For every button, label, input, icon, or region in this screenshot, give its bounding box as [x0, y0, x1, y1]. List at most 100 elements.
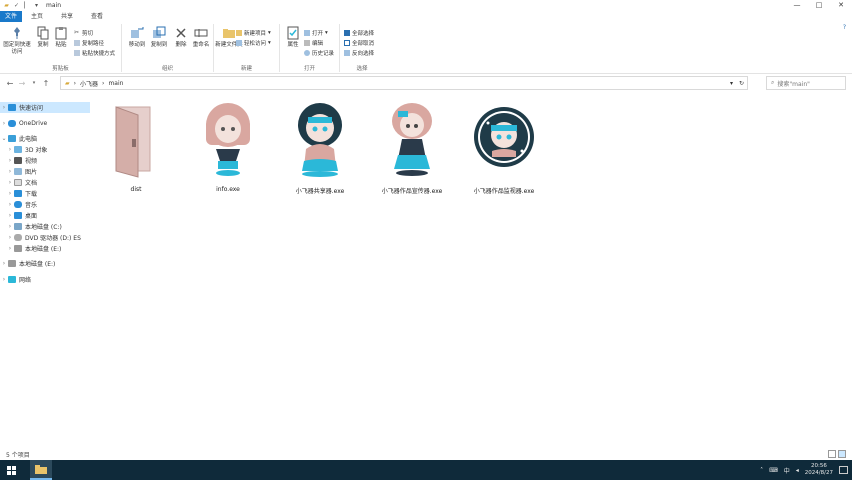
file-item-dist[interactable]: dist: [92, 97, 180, 197]
file-item-promoter-exe[interactable]: 小飞器作品宣传器.exe: [368, 97, 456, 197]
chevron-down-icon[interactable]: ▾: [33, 2, 40, 9]
pin-icon[interactable]: ▏: [23, 2, 30, 9]
nav-music[interactable]: › 音乐: [0, 199, 90, 210]
file-item-sharer-exe[interactable]: 小飞器共享器.exe: [276, 97, 364, 197]
notification-icon[interactable]: [839, 466, 848, 474]
maximize-button[interactable]: □: [808, 0, 830, 11]
ime-indicator[interactable]: 中: [784, 466, 790, 475]
ribbon-tabs: 文件 主页 共享 查看: [0, 11, 112, 22]
file-name: 小飞器共享器.exe: [295, 188, 345, 195]
tab-view[interactable]: 查看: [82, 11, 112, 22]
chevron-up-icon[interactable]: ˄: [760, 467, 763, 474]
details-view-button[interactable]: [828, 450, 836, 458]
address-bar-row: ← → ▾ ↑ ▰ › 小飞器 › main ▾ ↻ ⌕ 搜索"main": [0, 74, 852, 92]
search-icon: ⌕: [771, 79, 775, 86]
easy-access-button[interactable]: 轻松访问 ▾: [236, 38, 271, 47]
keyboard-icon[interactable]: ⌨: [769, 467, 778, 474]
volume-icon[interactable]: ◂: [796, 467, 799, 474]
nav-pictures[interactable]: › 图片: [0, 166, 90, 177]
select-none-button[interactable]: 全部取消: [344, 38, 374, 47]
cloud-icon: [8, 120, 16, 127]
history-button[interactable]: 历史记录: [304, 48, 334, 57]
file-item-info-exe[interactable]: info.exe: [184, 97, 272, 197]
new-item-button[interactable]: 新建项目 ▾: [236, 28, 271, 37]
chevron-right-icon[interactable]: ›: [0, 120, 8, 127]
rename-button[interactable]: 重命名: [186, 26, 216, 49]
taskbar-file-explorer[interactable]: [30, 460, 52, 480]
properties-icon: [287, 26, 299, 40]
nav-documents[interactable]: › 文档: [0, 177, 90, 188]
copy-path-button[interactable]: 复制路径: [74, 38, 104, 47]
close-button[interactable]: ✕: [830, 0, 852, 11]
file-item-monitor-exe[interactable]: 小飞器作品监视器.exe: [460, 97, 548, 197]
forward-button[interactable]: →: [16, 79, 28, 88]
edit-button[interactable]: 编辑: [304, 38, 323, 47]
system-tray: ˄ ⌨ 中 ◂ 20:56 2024/8/27: [760, 460, 852, 480]
nav-quick-access[interactable]: › 快速访问: [0, 102, 90, 113]
select-all-button[interactable]: 全部选择: [344, 28, 374, 37]
recent-locations-button[interactable]: ▾: [28, 80, 40, 86]
chevron-down-icon[interactable]: ⌄: [0, 135, 8, 142]
chevron-right-icon[interactable]: ›: [0, 104, 8, 111]
paste-shortcut-button[interactable]: 粘贴快捷方式: [74, 48, 115, 57]
back-button[interactable]: ←: [4, 79, 16, 88]
nav-this-pc[interactable]: ⌄ 此电脑: [0, 133, 90, 144]
nav-drive-c[interactable]: › 本地磁盘 (C:): [0, 221, 90, 232]
file-name: dist: [130, 186, 142, 193]
open-button[interactable]: 打开 ▾: [304, 28, 328, 37]
breadcrumb-item[interactable]: main: [108, 80, 123, 87]
search-box[interactable]: ⌕ 搜索"main": [766, 76, 846, 90]
nav-onedrive[interactable]: › OneDrive: [0, 118, 90, 129]
star-icon: [8, 104, 16, 111]
up-button[interactable]: ↑: [40, 79, 52, 88]
item-count: 5 个项目: [6, 451, 30, 459]
address-bar[interactable]: ▰ › 小飞器 › main ▾ ↻: [60, 76, 748, 90]
breadcrumb-item[interactable]: 小飞器: [80, 79, 98, 88]
minimize-button[interactable]: —: [786, 0, 808, 11]
chevron-down-icon[interactable]: ▾: [730, 80, 733, 87]
chevron-right-icon[interactable]: ›: [0, 276, 8, 283]
clock-time: 20:56: [810, 463, 827, 469]
tab-share[interactable]: 共享: [52, 11, 82, 22]
nav-network[interactable]: › 网络: [0, 274, 90, 285]
title-bar: ▰ ✓ ▏ ▾ main — □ ✕: [0, 0, 852, 11]
move-to-icon: [131, 27, 144, 38]
invert-selection-button[interactable]: 反向选择: [344, 48, 374, 57]
nav-dvd-drive[interactable]: › DVD 驱动器 (D:) ES: [0, 232, 90, 243]
nav-downloads[interactable]: › 下载: [0, 188, 90, 199]
status-bar: 5 个项目: [0, 448, 852, 460]
picture-icon: [14, 168, 22, 175]
large-icons-view-button[interactable]: [838, 450, 846, 458]
paste-button[interactable]: 粘贴: [46, 26, 76, 49]
download-icon: [14, 190, 22, 197]
path-icon: [74, 39, 80, 46]
organize-group: 移动到 复制到 删除 重命名 组织: [122, 24, 214, 72]
nav-3d-objects[interactable]: › 3D 对象: [0, 144, 90, 155]
cut-button[interactable]: ✂ 剪切: [74, 28, 93, 37]
folder-icon[interactable]: ▰: [3, 2, 10, 9]
new-group-label: 新建: [240, 66, 252, 72]
nav-desktop[interactable]: › 桌面: [0, 210, 90, 221]
invert-selection-icon: [344, 49, 350, 56]
clipboard-group-label: 剪贴板: [52, 66, 69, 72]
tab-home[interactable]: 主页: [22, 11, 52, 22]
nav-drive-e-root[interactable]: › 本地磁盘 (E:): [0, 258, 90, 269]
file-name: 小飞器作品监视器.exe: [473, 188, 535, 195]
clock[interactable]: 20:56 2024/8/27: [805, 463, 833, 477]
edit-icon: [304, 39, 310, 46]
clipboard-group: 固定到快速访问 复制 粘贴 ✂ 剪切 复制路径 粘贴快捷方式 剪贴板: [0, 24, 122, 72]
start-button[interactable]: [0, 460, 22, 480]
nav-videos[interactable]: › 视频: [0, 155, 90, 166]
refresh-icon[interactable]: ↻: [739, 80, 744, 87]
new-folder-icon: [223, 29, 235, 38]
help-icon[interactable]: ?: [843, 24, 846, 31]
tab-file[interactable]: 文件: [0, 11, 23, 22]
chevron-right-icon[interactable]: ›: [0, 260, 8, 267]
dvd-icon: [14, 234, 22, 241]
nav-drive-e[interactable]: › 本地磁盘 (E:): [0, 243, 90, 254]
check-icon[interactable]: ✓: [13, 2, 20, 9]
file-name: 小飞器作品宣传器.exe: [381, 188, 443, 195]
history-icon: [304, 49, 310, 56]
file-name: info.exe: [216, 186, 240, 193]
search-input[interactable]: 搜索"main": [777, 79, 810, 88]
